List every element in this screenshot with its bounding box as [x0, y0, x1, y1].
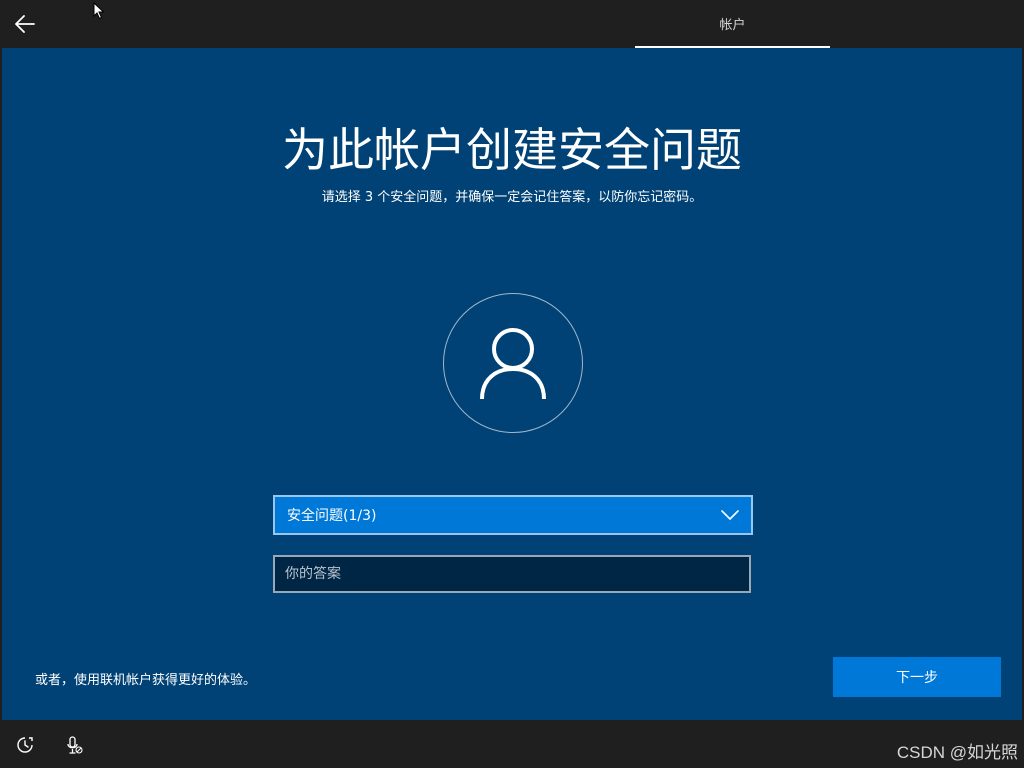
top-bar: 帐户 [0, 0, 1024, 48]
watermark: CSDN @如光照 [896, 743, 1018, 762]
page-subtitle: 请选择 3 个安全问题，并确保一定会记住答案，以防你忘记密码。 [321, 190, 703, 205]
tab-account[interactable]: 帐户 [635, 0, 830, 48]
ease-of-access-button[interactable] [14, 734, 36, 756]
microphone-button[interactable] [63, 734, 85, 756]
mouse-cursor-icon [93, 2, 105, 20]
back-button[interactable] [10, 9, 40, 39]
online-account-link[interactable]: 或者，使用联机帐户获得更好的体验。 [35, 669, 256, 688]
page-title: 为此帐户创建安全问题 [282, 123, 742, 177]
ease-of-access-icon [17, 737, 33, 753]
tab-account-label: 帐户 [719, 17, 746, 33]
back-arrow-icon [15, 15, 35, 33]
answer-input[interactable] [273, 555, 751, 593]
main-panel: 为此帐户创建安全问题 请选择 3 个安全问题，并确保一定会记住答案，以防你忘记密… [2, 48, 1022, 720]
security-question-selected: 安全问题(1/3) [287, 508, 377, 524]
next-button[interactable]: 下一步 [833, 657, 1001, 697]
avatar [443, 293, 583, 433]
chevron-down-icon [715, 510, 745, 520]
bottom-bar: CSDN @如光照 [0, 720, 1024, 768]
user-icon [480, 328, 546, 400]
microphone-muted-icon [67, 736, 83, 754]
security-question-select[interactable]: 安全问题(1/3) [273, 495, 753, 535]
oobe-window: 帐户 为此帐户创建安全问题 请选择 3 个安全问题，并确保一定会记住答案，以防你… [0, 0, 1024, 768]
